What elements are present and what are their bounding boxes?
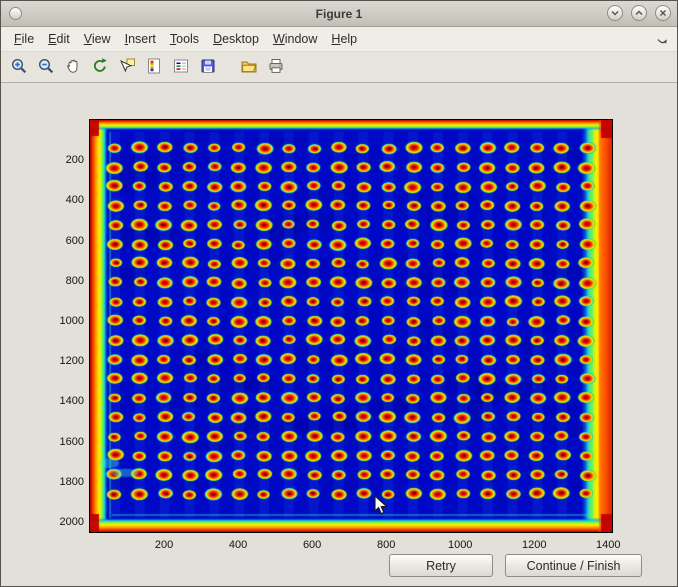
- menu-window[interactable]: Window: [266, 28, 324, 50]
- y-tick-label: 800: [38, 274, 84, 288]
- insert-legend-icon: [172, 57, 190, 78]
- x-tick-label: 800: [363, 538, 409, 552]
- figure-canvas-area: 200 400 600 800 1000 1200 1400 1600 1800 2000 200…: [1, 83, 677, 586]
- rotate-3d-button[interactable]: [87, 55, 112, 80]
- print-figure-icon: [267, 57, 285, 78]
- x-tick-label: 400: [215, 538, 261, 552]
- axes: 200400600800100012001400160018002000 200…: [89, 119, 613, 533]
- window-menu-button[interactable]: [9, 7, 22, 20]
- zoom-in-button[interactable]: [6, 55, 31, 80]
- rotate-3d-icon: [91, 57, 109, 78]
- retry-button[interactable]: Retry: [389, 554, 493, 577]
- y-tick-label: 1600: [38, 435, 84, 449]
- y-tick-label: 1000: [38, 314, 84, 328]
- figure-window: Figure 1 FileEditViewInsertToolsDesktopW…: [0, 0, 678, 587]
- zoom-out-button[interactable]: [33, 55, 58, 80]
- y-tick-label: 200: [38, 153, 84, 167]
- heatmap-image[interactable]: [90, 120, 612, 532]
- menu-desktop[interactable]: Desktop: [206, 28, 266, 50]
- shade-window-button[interactable]: [607, 5, 623, 21]
- open-file-icon: [240, 57, 258, 78]
- menu-tools[interactable]: Tools: [163, 28, 206, 50]
- y-tick-label: 1200: [38, 354, 84, 368]
- window-title: Figure 1: [1, 7, 677, 21]
- y-tick-label: 600: [38, 234, 84, 248]
- data-cursor-icon: [118, 57, 136, 78]
- x-tick-label: 1400: [585, 538, 631, 552]
- pan-icon: [64, 57, 82, 78]
- print-figure-button[interactable]: [263, 55, 288, 80]
- insert-colorbar-button[interactable]: [141, 55, 166, 80]
- titlebar[interactable]: Figure 1: [1, 1, 677, 27]
- y-tick-label: 2000: [38, 515, 84, 529]
- toolbar: [1, 52, 677, 83]
- close-window-button[interactable]: [655, 5, 671, 21]
- pan-button[interactable]: [60, 55, 85, 80]
- menubar-items: FileEditViewInsertToolsDesktopWindowHelp: [7, 28, 364, 50]
- menubar-overflow-icon[interactable]: [656, 34, 668, 52]
- x-tick-label: 600: [289, 538, 335, 552]
- continue-finish-button[interactable]: Continue / Finish: [505, 554, 642, 577]
- open-file-button[interactable]: [236, 55, 261, 80]
- maximize-window-button[interactable]: [631, 5, 647, 21]
- zoom-out-icon: [37, 57, 55, 78]
- insert-colorbar-icon: [145, 57, 163, 78]
- menu-view[interactable]: View: [77, 28, 118, 50]
- save-figure-button[interactable]: [195, 55, 220, 80]
- x-tick-label: 1000: [437, 538, 483, 552]
- menu-insert[interactable]: Insert: [118, 28, 163, 50]
- toolbar-separator: [222, 55, 234, 80]
- y-tick-label: 1800: [38, 475, 84, 489]
- menu-file[interactable]: File: [7, 28, 41, 50]
- y-tick-label: 400: [38, 193, 84, 207]
- y-tick-label: 1400: [38, 394, 84, 408]
- window-controls: [607, 5, 671, 21]
- insert-legend-button[interactable]: [168, 55, 193, 80]
- menubar: FileEditViewInsertToolsDesktopWindowHelp: [1, 27, 677, 52]
- data-cursor-button[interactable]: [114, 55, 139, 80]
- menu-help[interactable]: Help: [324, 28, 364, 50]
- menu-edit[interactable]: Edit: [41, 28, 77, 50]
- zoom-in-icon: [10, 57, 28, 78]
- x-tick-label: 1200: [511, 538, 557, 552]
- x-tick-label: 200: [141, 538, 187, 552]
- save-figure-icon: [199, 57, 217, 78]
